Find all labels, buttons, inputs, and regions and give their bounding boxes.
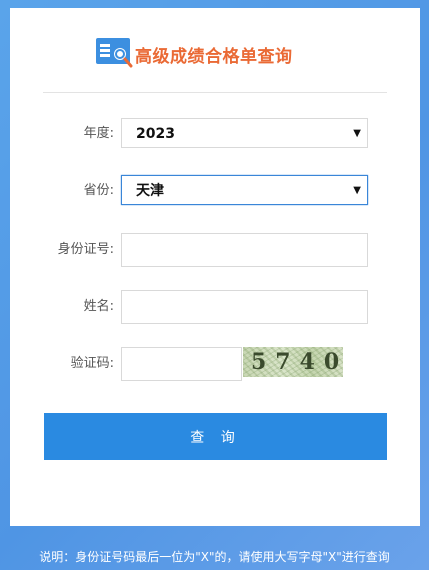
divider — [43, 92, 387, 93]
captcha-text: 5740 — [251, 349, 343, 375]
name-field[interactable] — [121, 290, 368, 324]
dropdown-arrow-icon: ▼ — [353, 128, 361, 139]
year-value: 2023 — [136, 126, 175, 142]
id-number-field[interactable] — [121, 233, 368, 267]
header: 高级成绩合格单查询 — [95, 36, 293, 72]
id-number-label: 身份证号: — [57, 242, 114, 257]
captcha-input[interactable] — [122, 348, 241, 380]
year-select[interactable]: 2023 ▼ — [121, 118, 368, 148]
id-number-row: 身份证号: — [10, 233, 420, 267]
id-number-input[interactable] — [122, 234, 367, 266]
year-row: 年度: 2023 ▼ — [10, 118, 420, 150]
captcha-image[interactable]: 5740 — [243, 347, 343, 377]
name-row: 姓名: — [10, 290, 420, 324]
name-label: 姓名: — [83, 299, 114, 314]
province-select[interactable]: 天津 ▼ — [121, 175, 368, 205]
province-value: 天津 — [136, 183, 164, 199]
query-card: 高级成绩合格单查询 年度: 2023 ▼ 省份: 天津 ▼ 身份证号: 姓名: … — [10, 8, 420, 526]
dropdown-arrow-icon: ▼ — [353, 185, 361, 196]
province-row: 省份: 天津 ▼ — [10, 175, 420, 207]
captcha-field[interactable] — [121, 347, 242, 381]
province-label: 省份: — [83, 183, 114, 198]
page-title: 高级成绩合格单查询 — [135, 46, 293, 67]
name-input[interactable] — [122, 291, 367, 323]
year-label: 年度: — [83, 126, 114, 141]
captcha-row: 验证码: 5740 — [10, 347, 420, 381]
footer-note: 说明：身份证号码最后一位为"X"的，请使用大写字母"X"进行查询 — [39, 550, 390, 564]
document-search-icon — [95, 37, 137, 71]
captcha-label: 验证码: — [70, 356, 114, 371]
query-button[interactable]: 查 询 — [44, 413, 387, 460]
